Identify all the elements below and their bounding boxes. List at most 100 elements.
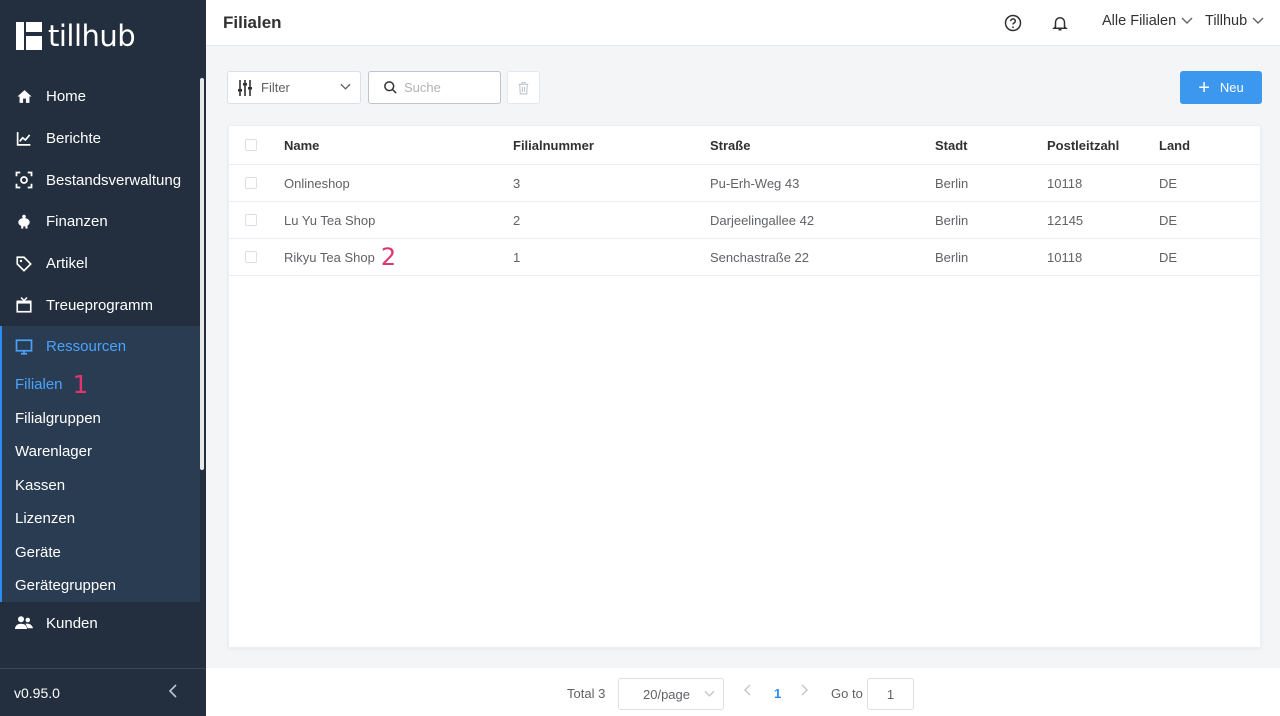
- sidebar-subitem-label: Kassen: [15, 476, 66, 494]
- sidebar-subitem-label: Filialen: [15, 376, 63, 394]
- chart-icon: [15, 130, 33, 148]
- column-header-name[interactable]: Name: [284, 138, 319, 153]
- sidebar-item-berichte[interactable]: Berichte: [0, 118, 200, 160]
- sidebar-subitem-filialgruppen[interactable]: Filialgruppen: [2, 401, 200, 435]
- gift-icon: [15, 296, 33, 314]
- inventory-icon: [15, 171, 33, 189]
- goto-page-input[interactable]: [867, 678, 914, 710]
- search-box: [368, 71, 501, 104]
- sidebar-scrollbar[interactable]: [200, 78, 204, 470]
- cell-postleitzahl: 10118: [1047, 175, 1083, 191]
- cell-filialnummer: 1: [513, 249, 521, 265]
- table-row[interactable]: Rikyu Tea Shop 2 1 Senchastraße 22 Berli…: [229, 239, 1260, 276]
- sidebar-item-kunden[interactable]: Kunden: [0, 602, 200, 644]
- help-icon[interactable]: [1002, 12, 1024, 34]
- column-header-postleitzahl[interactable]: Postleitzahl: [1047, 138, 1119, 153]
- annotation-marker-1: 1: [72, 370, 89, 400]
- cell-stadt: Berlin: [935, 212, 969, 228]
- table-row[interactable]: Lu Yu Tea Shop 2 Darjeelingallee 42 Berl…: [229, 202, 1260, 239]
- new-button[interactable]: + Neu: [1180, 71, 1262, 104]
- row-checkbox[interactable]: [245, 214, 257, 226]
- sidebar-subitem-filialen[interactable]: Filialen 1: [2, 368, 200, 402]
- sidebar-item-label: Kunden: [46, 614, 98, 632]
- sidebar-item-artikel[interactable]: Artikel: [0, 243, 200, 285]
- column-header-stadt[interactable]: Stadt: [935, 138, 968, 153]
- row-checkbox[interactable]: [245, 177, 257, 189]
- plus-icon: +: [1198, 76, 1210, 99]
- delete-button[interactable]: [507, 71, 540, 104]
- branches-table: Name Filialnummer Straße Stadt Postleitz…: [228, 125, 1261, 648]
- sidebar-item-label: Ressourcen: [46, 338, 127, 356]
- sidebar-item-home[interactable]: Home: [0, 76, 200, 118]
- sidebar-subitem-warenlager[interactable]: Warenlager: [2, 435, 200, 469]
- version-label: v0.95.0: [14, 684, 60, 701]
- table-header-row: Name Filialnummer Straße Stadt Postleitz…: [229, 126, 1260, 165]
- cell-filialnummer: 2: [513, 212, 521, 228]
- cell-name: Onlineshop: [284, 175, 350, 191]
- sidebar-item-ressourcen[interactable]: Ressourcen: [2, 326, 200, 368]
- sidebar-footer: v0.95.0: [0, 668, 206, 716]
- tag-icon: [15, 255, 33, 273]
- row-checkbox[interactable]: [245, 251, 257, 263]
- collapse-sidebar-icon[interactable]: [168, 682, 178, 703]
- annotation-marker-2: 2: [380, 243, 397, 271]
- notification-bell-icon[interactable]: [1049, 12, 1071, 34]
- sidebar-item-label: Home: [46, 88, 87, 106]
- search-icon: [383, 80, 398, 95]
- sidebar-item-label: Artikel: [46, 255, 88, 273]
- chevron-down-icon: [1181, 13, 1193, 29]
- sidebar-subitem-geraete[interactable]: Geräte: [2, 535, 200, 569]
- column-header-strasse[interactable]: Straße: [710, 138, 750, 153]
- sidebar-subitem-label: Gerätegruppen: [15, 577, 116, 595]
- sidebar-item-label: Finanzen: [46, 213, 108, 231]
- sidebar-item-label: Berichte: [46, 130, 102, 148]
- logo[interactable]: tillhub: [16, 19, 136, 53]
- account-menu[interactable]: Tillhub: [1205, 13, 1264, 29]
- cell-postleitzahl: 12145: [1047, 212, 1084, 228]
- top-header: Filialen Alle Filialen Tillhub: [206, 0, 1280, 46]
- sidebar-item-treueprogramm[interactable]: Treueprogramm: [0, 284, 200, 326]
- chevron-down-icon: [1252, 13, 1264, 29]
- pagination-total: Total 3: [567, 686, 606, 701]
- sidebar: tillhub Home Berichte Bestandsverwaltung…: [0, 0, 206, 716]
- tillhub-logo-icon: [16, 22, 42, 50]
- cell-land: DE: [1159, 249, 1178, 265]
- sidebar-item-finanzen[interactable]: Finanzen: [0, 201, 200, 243]
- sidebar-subitem-kassen[interactable]: Kassen: [2, 468, 200, 502]
- users-icon: [15, 614, 33, 632]
- sidebar-subitem-label: Warenlager: [15, 443, 92, 461]
- sidebar-group-ressourcen: Ressourcen Filialen 1 Filialgruppen Ware…: [0, 326, 200, 603]
- sidebar-subitem-label: Lizenzen: [15, 510, 76, 528]
- sidebar-subitem-geraetegruppen[interactable]: Gerätegruppen: [2, 569, 200, 603]
- filter-button[interactable]: Filter: [227, 71, 361, 104]
- search-input[interactable]: [404, 80, 494, 95]
- cell-strasse: Pu-Erh-Weg 43: [710, 175, 800, 191]
- sidebar-subitem-label: Filialgruppen: [15, 409, 101, 427]
- table-row[interactable]: Onlineshop 3 Pu-Erh-Weg 43 Berlin 10118 …: [229, 165, 1260, 202]
- filter-label: Filter: [261, 80, 290, 95]
- page-size-value: 20/page: [643, 686, 690, 702]
- sidebar-item-label: Treueprogramm: [46, 296, 153, 314]
- column-header-filialnummer[interactable]: Filialnummer: [513, 138, 594, 153]
- sidebar-subitem-label: Geräte: [15, 543, 61, 561]
- next-page-icon[interactable]: [800, 684, 808, 699]
- home-icon: [15, 88, 33, 106]
- sidebar-subitem-lizenzen[interactable]: Lizenzen: [2, 502, 200, 536]
- prev-page-icon[interactable]: [744, 684, 752, 699]
- piggy-bank-icon: [15, 213, 33, 231]
- page-size-select[interactable]: 20/page: [618, 678, 724, 710]
- new-button-label: Neu: [1219, 80, 1244, 95]
- sidebar-item-bestandsverwaltung[interactable]: Bestandsverwaltung: [0, 159, 200, 201]
- cell-stadt: Berlin: [935, 175, 969, 191]
- monitor-icon: [15, 338, 33, 356]
- cell-land: DE: [1159, 175, 1178, 191]
- account-menu-label: Tillhub: [1205, 13, 1248, 29]
- page-number-current[interactable]: 1: [774, 686, 781, 701]
- cell-strasse: Senchastraße 22: [710, 249, 810, 265]
- select-all-checkbox[interactable]: [245, 139, 257, 151]
- chevron-down-icon: [704, 688, 715, 703]
- branch-selector[interactable]: Alle Filialen: [1102, 13, 1193, 29]
- cell-filialnummer: 3: [513, 175, 521, 191]
- sliders-icon: [237, 79, 253, 97]
- column-header-land[interactable]: Land: [1159, 138, 1190, 153]
